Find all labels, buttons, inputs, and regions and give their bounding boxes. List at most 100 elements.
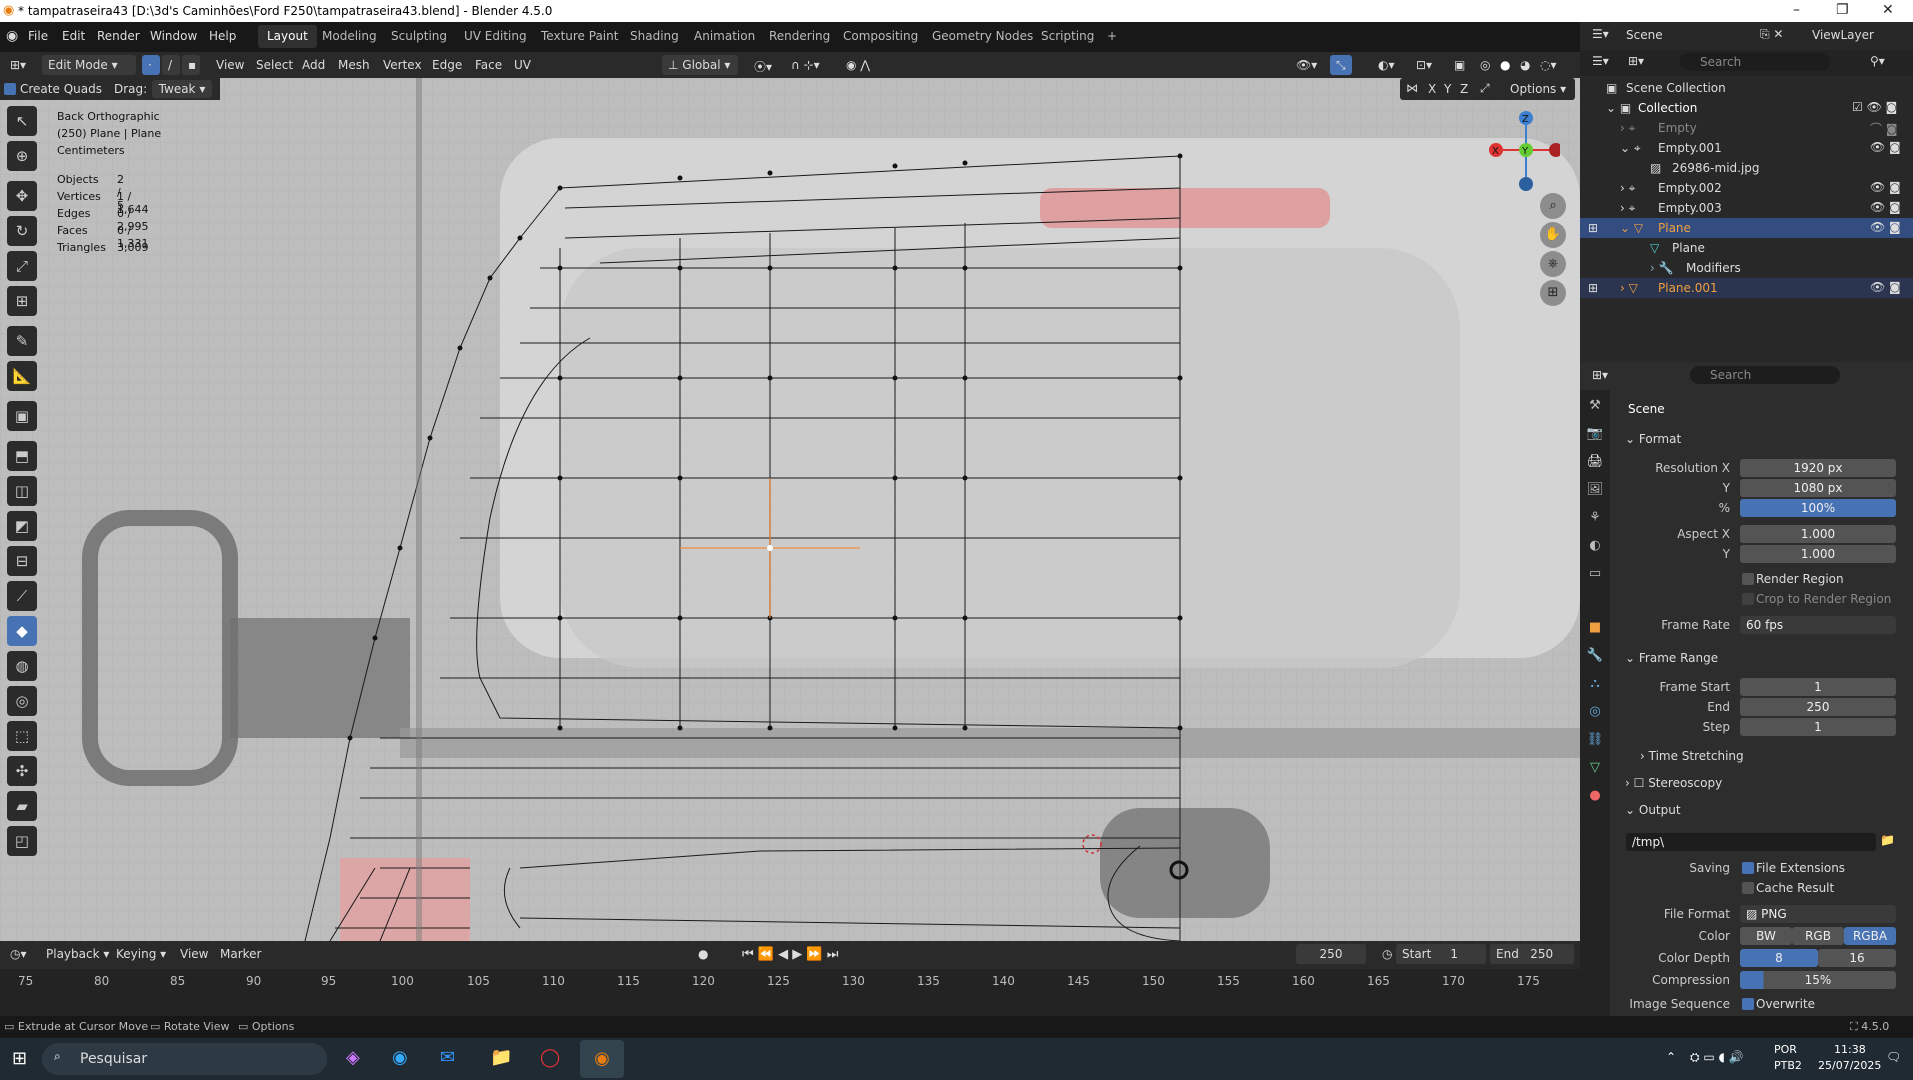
clock-date[interactable]: 25/07/2025: [1818, 1059, 1881, 1072]
scale-tool-icon[interactable]: ⤢: [7, 251, 37, 281]
tab-uv-editing[interactable]: UV Editing: [455, 25, 536, 48]
menu-file[interactable]: File: [28, 29, 48, 43]
tab-layout[interactable]: Layout: [258, 25, 317, 48]
create-quads-checkbox[interactable]: [4, 83, 16, 95]
select-tool-icon[interactable]: ↖: [7, 106, 37, 136]
color-bw-button[interactable]: BW: [1740, 927, 1792, 945]
visibility-icon[interactable]: 👁▾: [1290, 55, 1323, 75]
world-tab-icon[interactable]: ◐: [1586, 538, 1604, 556]
annotate-tool-icon[interactable]: ✎: [7, 326, 37, 356]
playback-controls[interactable]: ⏮ ⏪ ◀ ▶ ⏩ ⏭: [736, 944, 844, 964]
loop-cut-tool-icon[interactable]: ⊟: [7, 546, 37, 576]
properties-search-input[interactable]: Search: [1690, 366, 1840, 384]
ortho-grid-icon[interactable]: ⊞: [1540, 280, 1566, 306]
copilot-icon[interactable]: ◈: [346, 1047, 360, 1068]
xray-icon[interactable]: ▣: [1448, 55, 1471, 75]
modifier-tab-icon[interactable]: 🔧: [1586, 648, 1604, 666]
aspect-y-field[interactable]: 1.000: [1740, 545, 1896, 563]
opera-icon[interactable]: ◯: [540, 1047, 560, 1068]
blender-menu-icon[interactable]: ◉: [6, 28, 18, 44]
blender-taskbar-icon[interactable]: ◉: [580, 1040, 624, 1078]
frame-start-field[interactable]: 1: [1740, 678, 1896, 696]
extrude-tool-icon[interactable]: ⬒: [7, 441, 37, 471]
notification-icon[interactable]: 🗨: [1886, 1050, 1901, 1064]
file-explorer-icon[interactable]: 📁: [490, 1047, 512, 1068]
stereoscopy-section[interactable]: › ☐ Stereoscopy: [1625, 776, 1722, 790]
timeline-editor-icon[interactable]: ◷▾: [4, 944, 33, 964]
render-tab-icon[interactable]: 📷: [1586, 426, 1604, 444]
frame-ruler[interactable]: 75 80 85 90 95 100 105 110 115 120 125 1…: [0, 969, 1580, 1016]
smooth-tool-icon[interactable]: ◎: [7, 686, 37, 716]
tab-shading[interactable]: Shading: [621, 25, 688, 48]
data-tab-icon[interactable]: ▽: [1586, 760, 1604, 778]
res-y-field[interactable]: 1080 px: [1740, 479, 1896, 497]
add-workspace-button[interactable]: +: [1098, 25, 1126, 48]
compression-slider[interactable]: 15%: [1740, 971, 1896, 989]
camera-view-icon[interactable]: ⎈: [1540, 251, 1566, 277]
edge-icon[interactable]: ◉: [392, 1047, 408, 1068]
res-pct-field[interactable]: 100%: [1740, 499, 1896, 517]
menu-window[interactable]: Window: [150, 29, 197, 43]
poly-build-tool-icon[interactable]: ◆: [7, 616, 37, 646]
menu-timeline-view[interactable]: View: [174, 944, 214, 964]
outliner-row-plane-001[interactable]: ⊞ › ▽ Plane.001 👁 ◙: [1580, 278, 1913, 298]
tab-scripting[interactable]: Scripting: [1032, 25, 1103, 48]
clock-time[interactable]: 11:38: [1834, 1043, 1866, 1056]
rendered-shading-icon[interactable]: ◌▾: [1534, 55, 1563, 75]
mirror-icon[interactable]: ⋈: [1406, 81, 1418, 95]
tool-tab-icon[interactable]: ⚒: [1586, 398, 1604, 416]
outliner-row-image[interactable]: ▨ 26986-mid.jpg: [1580, 158, 1913, 178]
physics-tab-icon[interactable]: ◎: [1586, 704, 1604, 722]
face-select-icon[interactable]: ▪: [182, 55, 200, 75]
maximize-button[interactable]: ❐: [1836, 2, 1849, 18]
tab-modeling[interactable]: Modeling: [313, 25, 386, 48]
outliner-row-plane[interactable]: ⊞ ⌄ ▽ Plane 👁 ◙: [1580, 218, 1913, 238]
edge-slide-tool-icon[interactable]: ⬚: [7, 721, 37, 751]
move-tool-icon[interactable]: ✥: [7, 181, 37, 211]
knife-tool-icon[interactable]: ⟋: [7, 581, 37, 611]
depth-8-button[interactable]: 8: [1740, 949, 1818, 967]
outliner-row-empty-002[interactable]: › ⌖ Empty.002 👁 ◙: [1580, 178, 1913, 198]
tab-texture-paint[interactable]: Texture Paint: [532, 25, 627, 48]
menu-view[interactable]: View: [210, 55, 250, 75]
output-section[interactable]: ⌄ Output: [1625, 803, 1681, 817]
folder-icon[interactable]: 📁: [1880, 833, 1895, 847]
mirror-y[interactable]: Y: [1444, 82, 1451, 96]
outliner-row-plane-mesh[interactable]: ▽ Plane: [1580, 238, 1913, 258]
proportional-edit-icon[interactable]: ◉ ⋀: [840, 55, 876, 75]
res-x-field[interactable]: 1920 px: [1740, 459, 1896, 477]
file-format-dropdown[interactable]: ▨ PNG: [1740, 905, 1896, 923]
scene-label[interactable]: Scene: [1626, 28, 1663, 42]
taskbar-search[interactable]: ⌕ Pesquisar: [42, 1043, 327, 1075]
cursor-tool-icon[interactable]: ⊕: [7, 141, 37, 171]
end-frame-field[interactable]: End 250: [1490, 944, 1574, 964]
shrink-fatten-tool-icon[interactable]: ✣: [7, 756, 37, 786]
outliner-editor-icon[interactable]: ☰▾: [1592, 27, 1609, 41]
add-cube-tool-icon[interactable]: ▣: [7, 401, 37, 431]
menu-vertex[interactable]: Vertex: [377, 55, 428, 75]
outlook-icon[interactable]: ✉: [440, 1047, 455, 1068]
menu-edge[interactable]: Edge: [426, 55, 468, 75]
menu-add[interactable]: Add: [296, 55, 331, 75]
scene-tab-icon[interactable]: ⚘: [1586, 510, 1604, 528]
menu-marker[interactable]: Marker: [214, 944, 267, 964]
time-stretching-section[interactable]: › Time Stretching: [1640, 749, 1744, 763]
menu-keying[interactable]: Keying ▾: [110, 944, 172, 964]
render-region-checkbox[interactable]: [1742, 573, 1754, 585]
output-tab-icon[interactable]: 🖨: [1586, 454, 1604, 472]
cache-result-checkbox[interactable]: [1742, 882, 1754, 894]
frame-rate-dropdown[interactable]: 60 fps: [1740, 616, 1896, 634]
spin-tool-icon[interactable]: ◍: [7, 651, 37, 681]
shear-tool-icon[interactable]: ▰: [7, 791, 37, 821]
minimize-button[interactable]: –: [1793, 2, 1800, 18]
frame-range-section[interactable]: ⌄ Frame Range: [1625, 651, 1718, 665]
close-button[interactable]: ✕: [1882, 2, 1894, 18]
tab-compositing[interactable]: Compositing: [834, 25, 927, 48]
drag-dropdown[interactable]: Tweak ▾: [152, 80, 212, 98]
edge-select-icon[interactable]: /: [162, 55, 180, 75]
navigation-gizmo[interactable]: Z X Y: [1480, 106, 1560, 196]
measure-tool-icon[interactable]: 📐: [7, 361, 37, 391]
pan-hand-icon[interactable]: ✋: [1540, 222, 1566, 248]
rip-tool-icon[interactable]: ◰: [7, 826, 37, 856]
format-section[interactable]: ⌄ Format: [1625, 432, 1681, 446]
